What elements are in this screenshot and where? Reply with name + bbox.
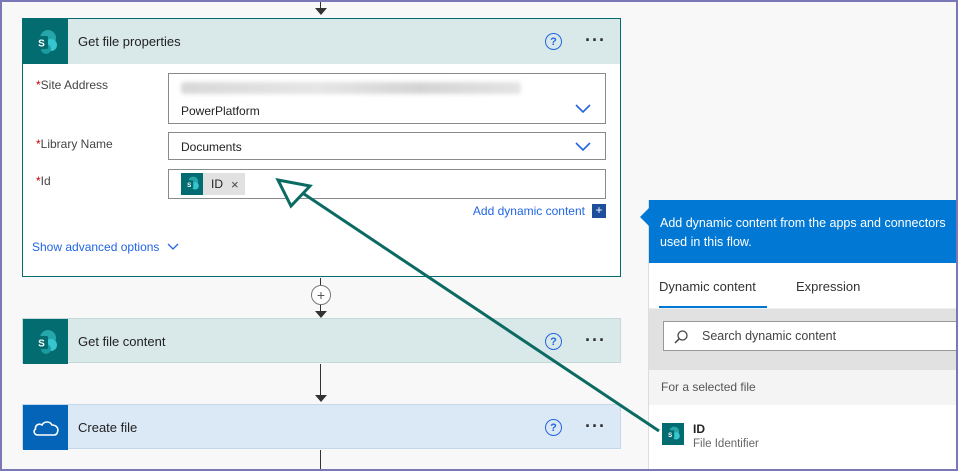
insert-step-button[interactable]: + [311, 285, 331, 305]
site-address-dropdown[interactable]: PowerPlatform [168, 73, 606, 124]
library-name-value: Documents [181, 140, 242, 154]
add-dynamic-content-link[interactable]: Add dynamic content + [473, 204, 606, 218]
redacted-site-url [181, 82, 521, 94]
sharepoint-icon: S [662, 423, 684, 445]
card-title: Get file properties [78, 34, 181, 49]
connector-line-2 [320, 364, 321, 396]
search-area: Search dynamic content [649, 309, 958, 370]
create-file-card[interactable]: Create file ? ··· [22, 404, 621, 450]
chevron-down-icon [167, 243, 179, 250]
connector-arrow-1 [315, 311, 327, 318]
panel-banner: Add dynamic content from the apps and co… [649, 200, 958, 263]
id-input[interactable]: S ID × [168, 169, 606, 199]
panel-pointer [640, 208, 649, 226]
id-label: *Id [36, 174, 51, 188]
search-placeholder: Search dynamic content [702, 329, 837, 343]
connector-arrow-top [315, 8, 327, 15]
onedrive-icon [23, 405, 68, 450]
help-icon[interactable]: ? [545, 333, 562, 350]
site-address-value: PowerPlatform [181, 104, 260, 118]
card-title: Create file [78, 420, 138, 435]
help-icon[interactable]: ? [545, 419, 562, 436]
card-title: Get file content [78, 334, 166, 349]
library-name-dropdown[interactable]: Documents [168, 132, 606, 160]
sharepoint-icon: S [23, 319, 68, 364]
svg-text:S: S [38, 338, 45, 349]
section-heading: For a selected file [649, 370, 958, 405]
svg-text:S: S [668, 432, 672, 439]
card-header[interactable]: S Get file content ? ··· [23, 319, 620, 364]
svg-text:S: S [187, 182, 191, 189]
help-icon[interactable]: ? [545, 33, 562, 50]
connector-arrow-2 [315, 395, 327, 402]
dynamic-content-panel: Add dynamic content from the apps and co… [640, 200, 958, 471]
sharepoint-icon: S [23, 19, 68, 64]
id-token-label: ID [211, 177, 223, 191]
connector-line-3 [320, 450, 321, 471]
more-options-icon[interactable]: ··· [585, 416, 606, 437]
card-header[interactable]: S Get file properties ? ··· [23, 19, 620, 64]
chevron-down-icon[interactable] [575, 104, 591, 114]
dynamic-item-subtitle: File Identifier [693, 438, 759, 450]
get-file-content-card[interactable]: S Get file content ? ··· [22, 318, 621, 364]
id-token[interactable]: S ID × [181, 173, 245, 195]
active-tab-indicator [659, 306, 767, 308]
tab-dynamic-content[interactable]: Dynamic content [659, 279, 756, 294]
site-address-label: *Site Address [36, 78, 109, 92]
get-file-properties-card: S Get file properties ? ··· *Site Addres… [22, 18, 621, 277]
tab-expression[interactable]: Expression [796, 279, 860, 294]
dynamic-item-id[interactable]: S ID File Identifier [649, 405, 958, 455]
card-header[interactable]: Create file ? ··· [23, 405, 620, 450]
panel-tabs: Dynamic content Expression [649, 263, 958, 309]
chevron-down-icon[interactable] [575, 142, 591, 152]
library-name-label: *Library Name [36, 137, 113, 151]
add-plus-icon: + [592, 204, 606, 218]
svg-text:S: S [38, 38, 45, 49]
show-advanced-options-link[interactable]: Show advanced options [32, 240, 179, 254]
search-icon [674, 330, 688, 344]
sharepoint-icon: S [181, 173, 203, 195]
more-options-icon[interactable]: ··· [585, 330, 606, 351]
dynamic-item-title: ID [693, 422, 705, 436]
search-input[interactable]: Search dynamic content [663, 321, 958, 351]
more-options-icon[interactable]: ··· [585, 30, 606, 51]
remove-token-icon[interactable]: × [231, 177, 239, 192]
